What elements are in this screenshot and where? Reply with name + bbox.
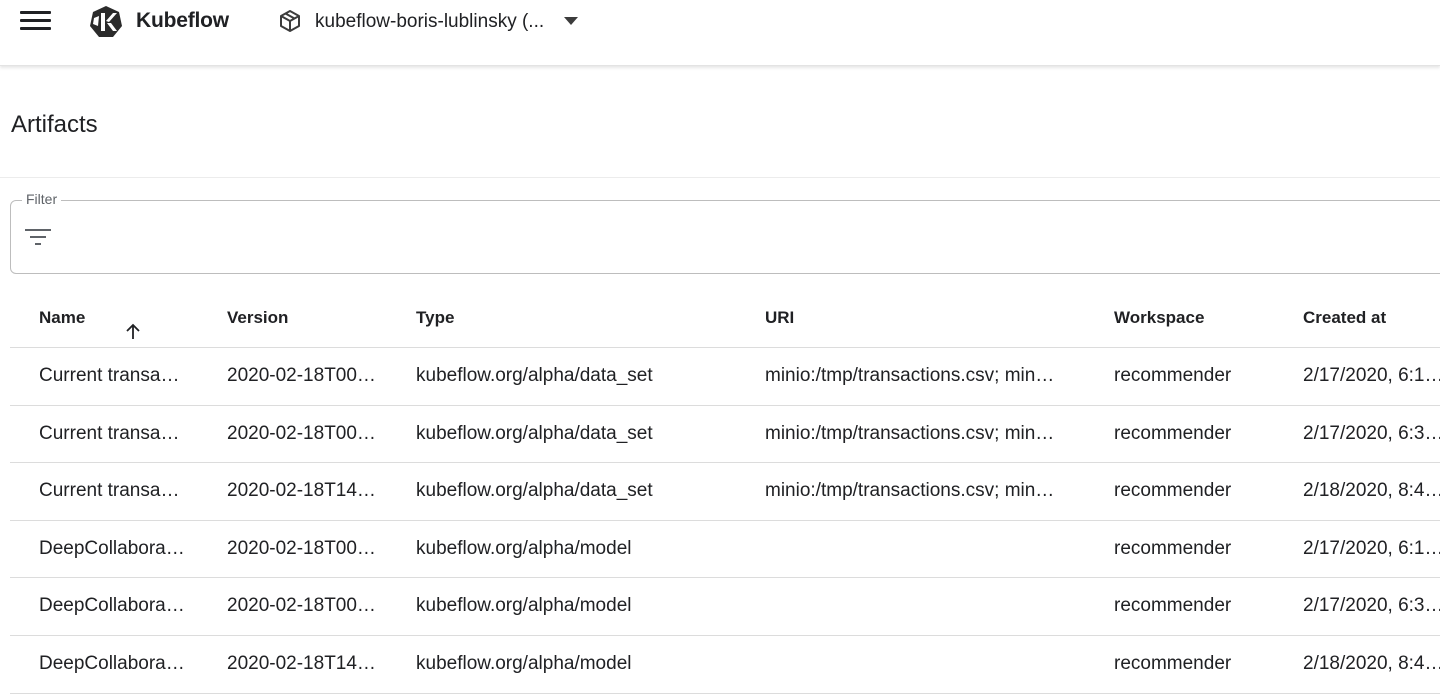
cell-name[interactable]: DeepCollabora… [39,653,199,675]
cell-uri: minio:/tmp/transactions.csv; min… [765,365,1055,386]
cell-workspace: recommender [1114,422,1232,444]
column-header-type[interactable]: Type [416,308,746,328]
table-row[interactable]: DeepCollabora… 2020-02-18T00… kubeflow.o… [10,521,1440,579]
cube-icon [280,10,300,32]
cell-name[interactable]: DeepCollabora… [39,595,199,617]
cell-workspace: recommender [1114,480,1232,502]
column-header-workspace[interactable]: Workspace [1114,308,1284,328]
table-row[interactable]: Current transa… 2020-02-18T14… kubeflow.… [10,463,1440,521]
table-row[interactable]: DeepCollabora… 2020-02-18T14… kubeflow.o… [10,636,1440,694]
divider [0,177,1440,178]
filter-list-icon[interactable] [25,226,53,248]
column-header-label: Name [39,308,86,327]
hamburger-menu-icon[interactable] [20,11,52,33]
artifacts-table: Name Version Type URI Workspace Created … [10,290,1440,694]
page-title: Artifacts [11,111,98,138]
cell-type: kubeflow.org/alpha/model [416,537,632,559]
cell-workspace: recommender [1114,537,1232,559]
cell-type: kubeflow.org/alpha/model [416,595,632,617]
kubeflow-logo[interactable] [88,4,124,40]
cell-version: 2020-02-18T14… [227,652,376,674]
cell-type: kubeflow.org/alpha/model [416,652,632,674]
cell-workspace: recommender [1114,365,1232,386]
cell-version: 2020-02-18T00… [227,595,376,617]
cell-created: 2/17/2020, 6:3… [1303,595,1440,617]
cell-name[interactable]: Current transa… [39,423,199,445]
cell-created: 2/17/2020, 6:1… [1303,537,1440,559]
top-app-bar: Kubeflow kubeflow-boris-lublinsky (... [0,0,1440,66]
cell-version: 2020-02-18T00… [227,422,376,444]
table-header: Name Version Type URI Workspace Created … [10,290,1440,348]
table-row[interactable]: Current transa… 2020-02-18T00… kubeflow.… [10,406,1440,464]
cell-created: 2/17/2020, 6:3… [1303,422,1440,444]
caret-down-icon[interactable] [564,17,578,25]
cell-version: 2020-02-18T00… [227,365,376,386]
column-header-name[interactable]: Name [39,308,199,339]
column-header-created[interactable]: Created at [1303,308,1440,328]
cell-uri: minio:/tmp/transactions.csv; min… [765,422,1055,444]
cell-workspace: recommender [1114,595,1232,617]
column-header-uri[interactable]: URI [765,308,1090,328]
cell-workspace: recommender [1114,652,1232,674]
arrow-up-icon[interactable] [125,323,141,341]
cell-type: kubeflow.org/alpha/data_set [416,422,653,444]
cell-name[interactable]: Current transa… [39,365,199,387]
namespace-label: kubeflow-boris-lublinsky (... [315,11,545,32]
cell-created: 2/17/2020, 6:1… [1303,365,1440,386]
brand-title[interactable]: Kubeflow [136,9,229,33]
filter-label: Filter [22,191,62,207]
column-header-version[interactable]: Version [227,308,392,328]
cell-uri: minio:/tmp/transactions.csv; min… [765,480,1055,502]
cell-version: 2020-02-18T00… [227,537,376,559]
filter-field[interactable] [10,200,1440,274]
table-row[interactable]: Current transa… 2020-02-18T00… kubeflow.… [10,348,1440,406]
cell-type: kubeflow.org/alpha/data_set [416,480,653,502]
cell-type: kubeflow.org/alpha/data_set [416,365,653,386]
cell-name[interactable]: Current transa… [39,480,199,502]
cell-created: 2/18/2020, 8:4… [1303,480,1440,502]
table-row[interactable]: DeepCollabora… 2020-02-18T00… kubeflow.o… [10,578,1440,636]
cell-version: 2020-02-18T14… [227,480,376,502]
cell-created: 2/18/2020, 8:4… [1303,652,1440,674]
cell-name[interactable]: DeepCollabora… [39,538,199,560]
